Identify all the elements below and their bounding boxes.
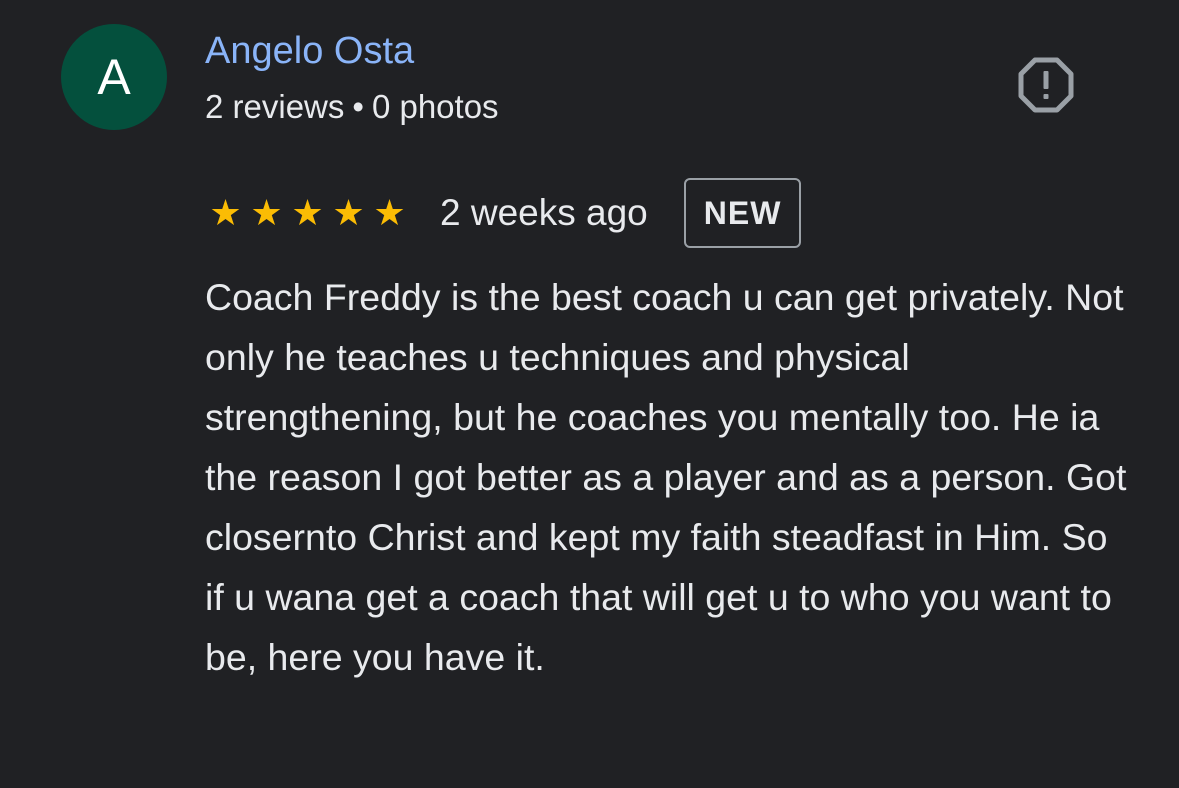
avatar-initial: A	[97, 49, 131, 105]
author-name[interactable]: Angelo Osta	[205, 28, 414, 74]
star-icon: ★	[250, 192, 283, 233]
star-icon: ★	[291, 192, 324, 233]
star-icon: ★	[209, 192, 242, 233]
review-date: 2 weeks ago	[440, 192, 648, 233]
star-icon: ★	[332, 192, 365, 233]
report-icon	[1018, 57, 1074, 113]
star-icon: ★	[373, 192, 406, 233]
star-rating: ★ ★ ★ ★ ★	[205, 193, 410, 233]
meta-separator: •	[352, 88, 364, 125]
author-meta: 2 reviews • 0 photos	[205, 86, 499, 128]
review-text: Coach Freddy is the best coach u can get…	[205, 276, 1127, 678]
report-button[interactable]	[1017, 56, 1075, 114]
avatar[interactable]: A	[61, 24, 167, 130]
rating-row: ★ ★ ★ ★ ★ 2 weeks ago NEW	[205, 176, 802, 250]
author-review-count: 2 reviews	[205, 88, 345, 125]
new-badge: NEW	[683, 178, 802, 248]
author-photo-count: 0 photos	[371, 88, 499, 125]
